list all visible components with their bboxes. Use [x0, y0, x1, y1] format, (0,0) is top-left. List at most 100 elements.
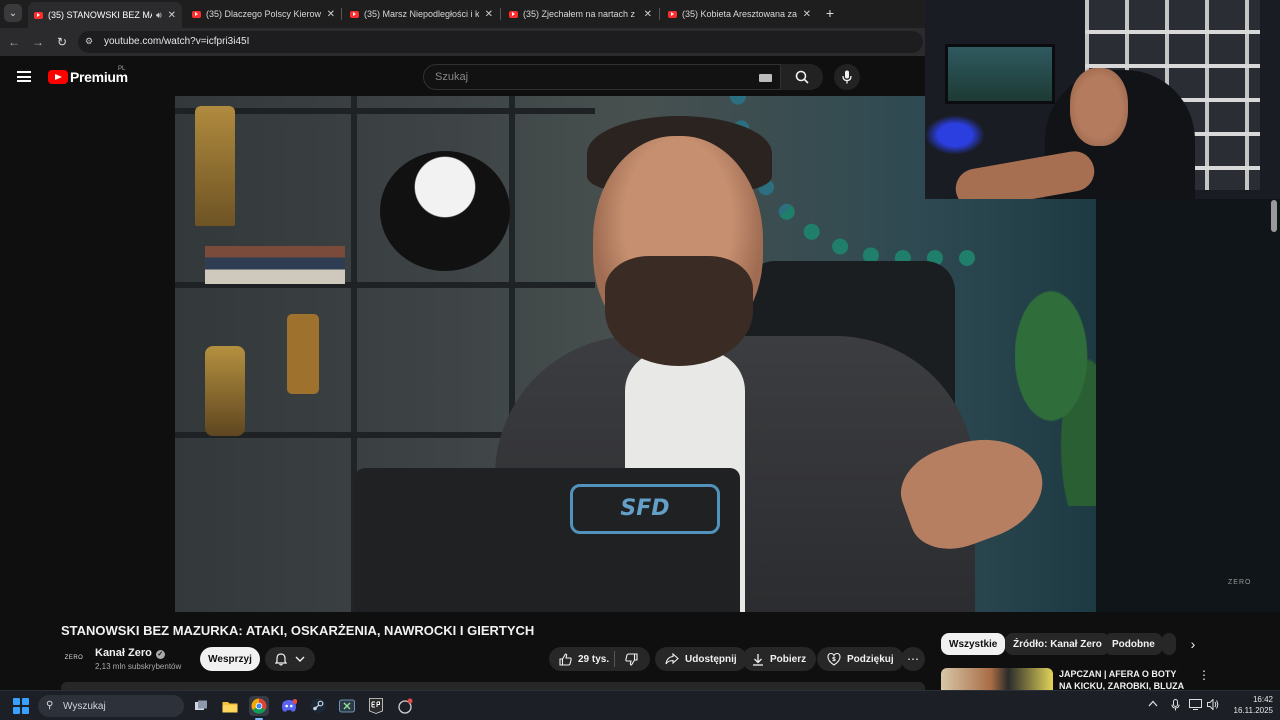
webcam-overlay — [925, 0, 1280, 199]
file-explorer-icon[interactable] — [220, 696, 240, 716]
notifications-button[interactable] — [265, 647, 315, 671]
youtube-logo-icon[interactable] — [48, 70, 68, 84]
video-shelf — [175, 108, 595, 114]
task-view-icon[interactable] — [191, 696, 211, 716]
microphone-icon — [842, 70, 852, 84]
steam-icon[interactable] — [308, 696, 328, 716]
search-icon — [795, 70, 809, 84]
new-tab-icon[interactable]: + — [821, 4, 839, 22]
tab-title: (35) Marsz Niepodległości i kon — [364, 9, 479, 19]
app-generic-icon — [398, 698, 413, 714]
channel-name[interactable]: Kanał Zero ✓ — [95, 647, 165, 659]
forward-arrow-icon[interactable]: → — [30, 34, 46, 50]
monitor-icon — [1189, 699, 1202, 710]
volume-tray-icon[interactable] — [1207, 698, 1219, 713]
channel-name-text[interactable]: Kanał Zero — [95, 647, 152, 659]
speaker-icon[interactable]: 🔊︎ — [156, 10, 162, 21]
menu-hamburger-icon[interactable] — [17, 71, 31, 82]
chevron-right-icon[interactable]: › — [1183, 634, 1203, 654]
steam-logo-icon — [310, 698, 326, 714]
taskbar-search-placeholder: Wyszukaj — [63, 701, 106, 712]
url-text[interactable]: youtube.com/watch?v=icfpri3i45I — [104, 36, 249, 47]
keyboard-icon[interactable] — [759, 74, 772, 82]
app-icon-with-badge[interactable] — [395, 696, 415, 716]
chrome-icon[interactable] — [249, 696, 269, 716]
right-panel-background — [1096, 199, 1280, 612]
share-button[interactable]: Udostępnij — [655, 647, 747, 671]
sticker-text: SFD — [620, 496, 670, 521]
video-title: STANOWSKI BEZ MAZURKA: ATAKI, OSKARŻENIA… — [61, 623, 535, 638]
discord-icon[interactable] — [279, 696, 299, 716]
microphone-tray-icon[interactable] — [1171, 699, 1180, 714]
close-tab-icon[interactable]: ✕ — [803, 9, 811, 20]
verified-check-icon: ✓ — [155, 650, 165, 659]
like-button[interactable]: 29 tys. — [549, 647, 619, 671]
microphone-icon — [1171, 699, 1180, 711]
chevron-down-icon — [295, 656, 305, 662]
dislike-button[interactable] — [615, 647, 648, 671]
webcam-aquarium — [945, 44, 1055, 104]
tab-title: (35) Dlaczego Polscy Kierowcy — [206, 9, 321, 19]
country-code: PL — [118, 66, 126, 72]
chip-all[interactable]: Wszystkie — [941, 633, 1006, 655]
video-books — [205, 246, 345, 284]
more-actions-icon[interactable]: ⋯ — [901, 647, 925, 671]
taskbar-clock[interactable]: 16:42 16.11.2025 — [1225, 694, 1273, 716]
chip-from-channel[interactable]: Źródło: Kanał Zero — [1005, 633, 1110, 655]
windows-start-icon[interactable] — [13, 698, 29, 714]
reload-icon[interactable]: ↻ — [54, 34, 70, 50]
page-scrollbar[interactable] — [1271, 200, 1277, 232]
voice-search-button[interactable] — [834, 64, 860, 90]
back-arrow-icon[interactable]: ← — [6, 34, 22, 50]
tab-separator — [500, 8, 501, 20]
chip-related[interactable]: Podobne — [1104, 633, 1163, 655]
display-tray-icon[interactable] — [1189, 699, 1202, 713]
tab-stanowski[interactable]: (35) STANOWSKI BEZ MAZURKA 🔊︎ ✕ — [28, 2, 182, 28]
description-box[interactable] — [61, 682, 925, 690]
tab-separator — [659, 8, 660, 20]
folder-icon — [222, 701, 238, 712]
tab-title: (35) Zjechałem na nartach z Mo — [523, 9, 638, 19]
svg-text:$: $ — [832, 656, 836, 663]
close-tab-icon[interactable]: ✕ — [168, 10, 176, 21]
tray-overflow-chevron-icon[interactable] — [1148, 699, 1158, 710]
tab-search-button[interactable]: ⌄ — [4, 4, 22, 22]
recommendation-title[interactable]: JAPCZAN | AFERA O BOTY NA KICKU, ZAROBKI… — [1059, 668, 1189, 690]
support-button[interactable]: Wesprzyj — [200, 647, 260, 671]
epic-games-icon[interactable] — [366, 696, 386, 716]
recommendation-thumbnail[interactable] — [941, 668, 1053, 690]
video-plush-ball — [380, 151, 510, 271]
search-icon: ⚲ — [46, 700, 54, 711]
tab-zjechalem[interactable]: (35) Zjechałem na nartach z Mo ✕ — [503, 2, 658, 26]
close-tab-icon[interactable]: ✕ — [485, 9, 493, 20]
recommendation-more-icon[interactable]: ⋮ — [1198, 668, 1210, 682]
chip-partial[interactable] — [1162, 633, 1176, 655]
tab-marsz[interactable]: (35) Marsz Niepodległości i kon ✕ — [344, 2, 499, 26]
video-bottle — [287, 314, 319, 394]
search-input[interactable]: Szukaj — [423, 64, 781, 90]
tab-kobieta[interactable]: (35) Kobieta Aresztowana za Up ✕ — [662, 2, 817, 26]
subscriber-count: 2,13 mln subskrybentów — [95, 662, 182, 671]
youtube-masthead: Premium PL Szukaj — [0, 56, 925, 96]
clock-date: 16.11.2025 — [1233, 706, 1273, 715]
download-button[interactable]: Pobierz — [742, 647, 817, 671]
channel-avatar[interactable]: ZERO — [61, 648, 87, 668]
video-person-beard — [605, 256, 753, 366]
youtube-favicon-icon — [509, 10, 518, 18]
search-button[interactable] — [781, 64, 823, 90]
webcam-person-arm — [952, 148, 1098, 199]
video-trophy — [205, 346, 245, 436]
thanks-button[interactable]: $ Podziękuj — [817, 647, 904, 671]
xbox-icon[interactable] — [337, 696, 357, 716]
browser-tab-strip: ⌄ (35) STANOWSKI BEZ MAZURKA 🔊︎ ✕ (35) D… — [0, 0, 925, 28]
site-settings-icon[interactable]: ⚙︎ — [85, 36, 97, 48]
close-tab-icon[interactable]: ✕ — [327, 9, 335, 20]
taskbar-search-input[interactable]: ⚲ Wyszukaj — [38, 695, 184, 717]
webcam-blue-light — [925, 115, 985, 155]
download-icon — [753, 653, 763, 666]
youtube-favicon-icon — [34, 11, 43, 19]
youtube-favicon-icon — [350, 10, 359, 18]
close-tab-icon[interactable]: ✕ — [644, 9, 652, 20]
tab-dlaczego[interactable]: (35) Dlaczego Polscy Kierowcy ✕ — [186, 2, 341, 26]
address-bar[interactable]: ⚙︎ youtube.com/watch?v=icfpri3i45I — [78, 31, 923, 53]
